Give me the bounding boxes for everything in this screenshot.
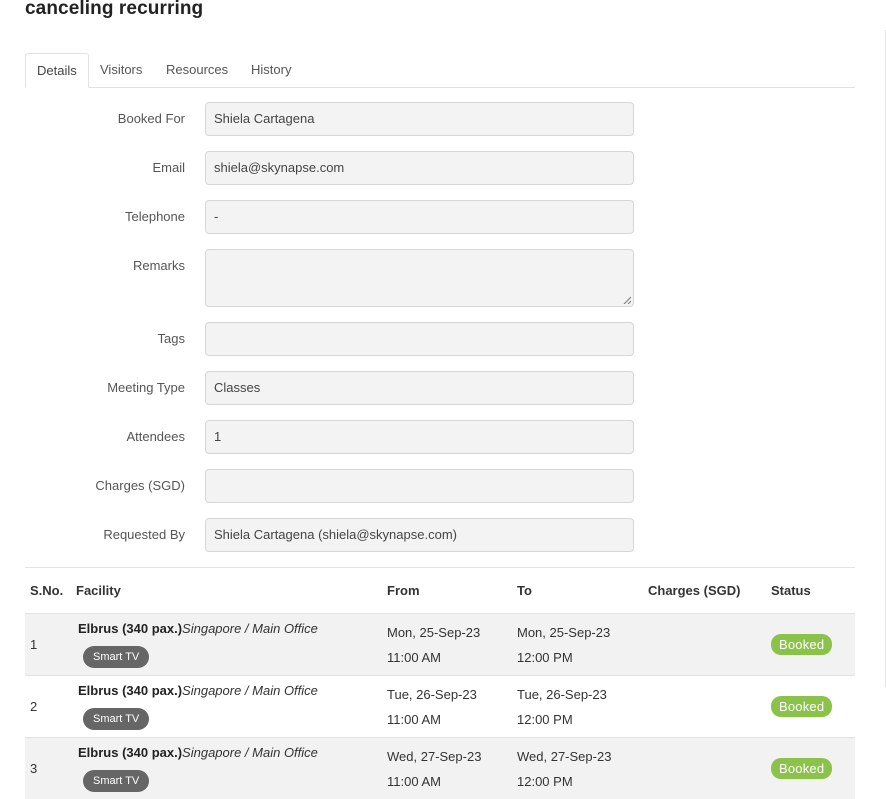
table-row[interactable]: 2 Elbrus (340 pax.)Singapore / Main Offi… bbox=[25, 675, 855, 737]
facility-location: Singapore / Main Office bbox=[182, 745, 318, 760]
from-date: Mon, 25-Sep-23 bbox=[387, 625, 481, 640]
column-header-sno: S.No. bbox=[30, 583, 64, 598]
requested-by-field[interactable]: Shiela Cartagena (shiela@skynapse.com) bbox=[205, 518, 634, 552]
table-divider bbox=[25, 567, 855, 568]
table-row[interactable]: 3 Elbrus (340 pax.)Singapore / Main Offi… bbox=[25, 737, 855, 799]
facility-location: Singapore / Main Office bbox=[182, 621, 318, 636]
booked-for-label: Booked For bbox=[117, 111, 185, 126]
column-header-facility: Facility bbox=[76, 583, 121, 598]
from-time: 11:00 AM bbox=[387, 650, 441, 665]
telephone-field[interactable]: - bbox=[205, 200, 634, 234]
remarks-label: Remarks bbox=[132, 258, 185, 273]
booked-for-field[interactable]: Shiela Cartagena bbox=[205, 102, 634, 136]
tags-field[interactable] bbox=[205, 322, 634, 356]
tab-history[interactable]: History bbox=[240, 53, 302, 87]
from-date: Tue, 26-Sep-23 bbox=[387, 687, 477, 702]
to-time: 12:00 PM bbox=[517, 774, 573, 789]
meeting-type-field[interactable]: Classes bbox=[205, 371, 634, 405]
tab-details[interactable]: Details bbox=[25, 53, 89, 88]
resource-chip: Smart TV bbox=[83, 770, 150, 792]
facility-cell: Elbrus (340 pax.)Singapore / Main Office bbox=[78, 745, 318, 760]
facility-location: Singapore / Main Office bbox=[182, 683, 318, 698]
tab-resources[interactable]: Resources bbox=[155, 53, 239, 87]
telephone-label: Telephone bbox=[125, 209, 185, 224]
to-time: 12:00 PM bbox=[517, 712, 573, 727]
charges-field[interactable] bbox=[205, 469, 634, 503]
tags-label: Tags bbox=[157, 331, 185, 346]
email-label: Email bbox=[152, 160, 185, 175]
meeting-type-label: Meeting Type bbox=[107, 380, 185, 395]
attendees-field[interactable]: 1 bbox=[205, 420, 634, 454]
remarks-textarea[interactable] bbox=[205, 249, 634, 307]
resize-grip-icon[interactable] bbox=[623, 296, 631, 304]
to-time: 12:00 PM bbox=[517, 650, 573, 665]
column-header-to: To bbox=[517, 583, 532, 598]
tab-bar: Details Visitors Resources History bbox=[25, 53, 855, 88]
status-badge: Booked bbox=[771, 634, 833, 655]
from-time: 11:00 AM bbox=[387, 774, 441, 789]
resource-chip: Smart TV bbox=[83, 646, 150, 668]
charges-label: Charges (SGD) bbox=[95, 478, 185, 493]
facility-name[interactable]: Elbrus (340 pax.) bbox=[78, 621, 182, 636]
facility-cell: Elbrus (340 pax.)Singapore / Main Office bbox=[78, 683, 318, 698]
to-date: Mon, 25-Sep-23 bbox=[517, 625, 611, 640]
email-field[interactable]: shiela@skynapse.com bbox=[205, 151, 634, 185]
column-header-status: Status bbox=[771, 583, 811, 598]
facility-name[interactable]: Elbrus (340 pax.) bbox=[78, 745, 182, 760]
row-sno: 3 bbox=[30, 761, 38, 776]
from-time: 11:00 AM bbox=[387, 712, 441, 727]
facility-name[interactable]: Elbrus (340 pax.) bbox=[78, 683, 182, 698]
from-date: Wed, 27-Sep-23 bbox=[387, 749, 482, 764]
column-header-charges: Charges (SGD) bbox=[648, 583, 741, 598]
row-sno: 2 bbox=[30, 699, 38, 714]
attendees-label: Attendees bbox=[126, 429, 185, 444]
status-badge: Booked bbox=[771, 696, 833, 717]
page-title: canceling recurring bbox=[25, 0, 204, 19]
status-badge: Booked bbox=[771, 758, 833, 779]
requested-by-label: Requested By bbox=[103, 527, 185, 542]
facility-cell: Elbrus (340 pax.)Singapore / Main Office bbox=[78, 621, 318, 636]
to-date: Tue, 26-Sep-23 bbox=[517, 687, 607, 702]
to-date: Wed, 27-Sep-23 bbox=[517, 749, 612, 764]
tab-visitors[interactable]: Visitors bbox=[89, 53, 153, 87]
column-header-from: From bbox=[387, 583, 420, 598]
row-sno: 1 bbox=[30, 637, 38, 652]
table-row[interactable]: 1 Elbrus (340 pax.)Singapore / Main Offi… bbox=[25, 613, 855, 675]
resource-chip: Smart TV bbox=[83, 708, 150, 730]
